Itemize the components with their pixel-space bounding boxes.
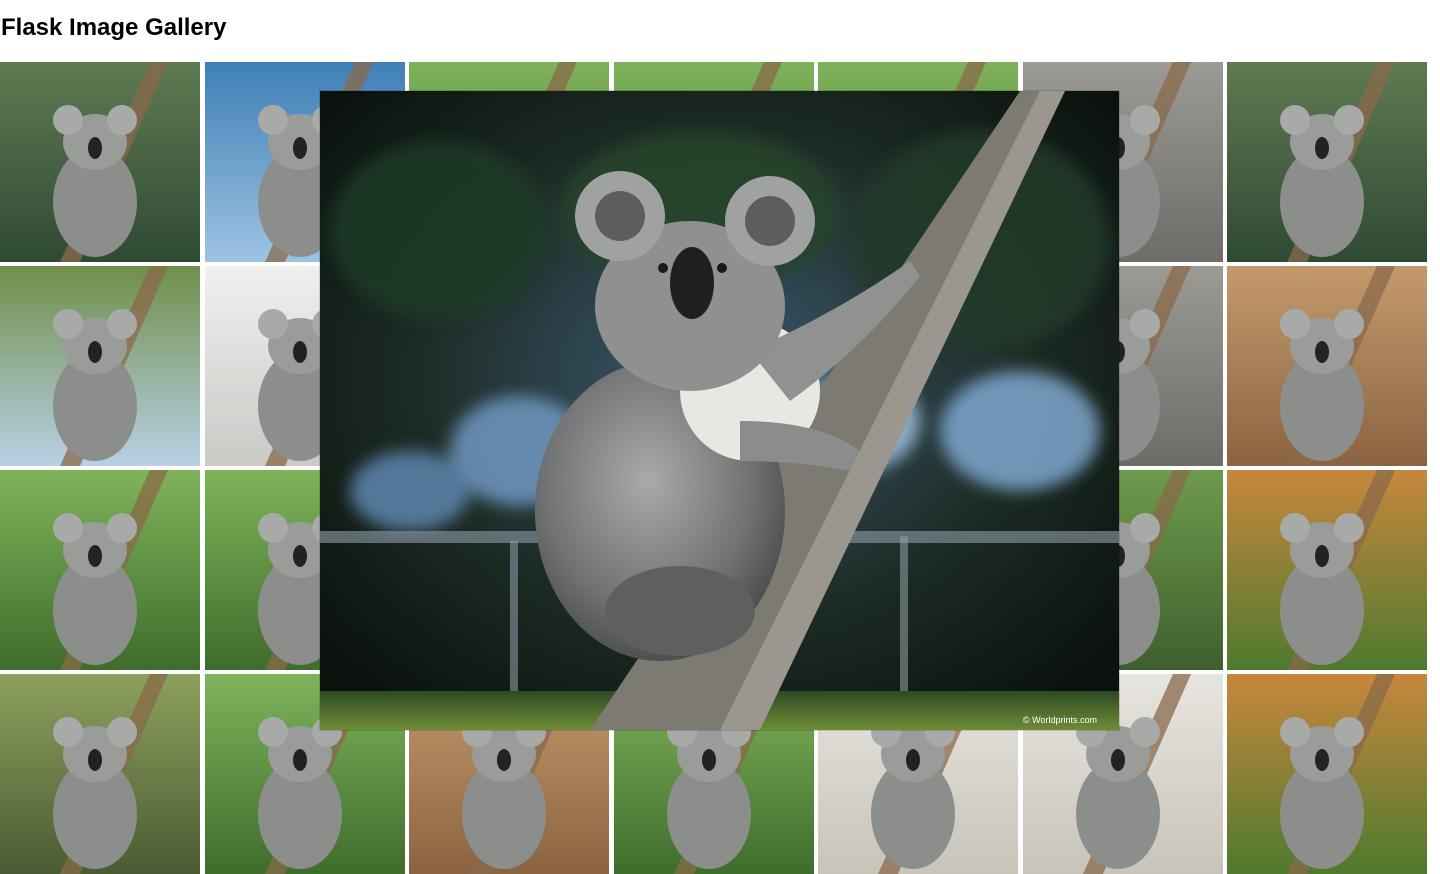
koala-thumbnail-image: [0, 62, 200, 262]
lightbox-image[interactable]: © Worldprints.com: [320, 91, 1119, 730]
koala-thumbnail-image: [1227, 674, 1427, 874]
koala-thumbnail-image: [0, 266, 200, 466]
gallery-thumbnail[interactable]: [1227, 470, 1427, 670]
gallery-thumbnail[interactable]: [0, 674, 200, 874]
page-title: Flask Image Gallery: [1, 14, 227, 41]
photo-credit: © Worldprints.com: [1023, 715, 1097, 725]
gallery-thumbnail[interactable]: [1227, 62, 1427, 262]
koala-thumbnail-image: [0, 674, 200, 874]
koala-thumbnail-image: [1227, 266, 1427, 466]
enlarged-koala-photo: [320, 91, 1119, 730]
koala-thumbnail-image: [1227, 470, 1427, 670]
koala-thumbnail-image: [1227, 62, 1427, 262]
gallery-thumbnail[interactable]: [0, 266, 200, 466]
gallery-thumbnail[interactable]: [0, 470, 200, 670]
gallery-thumbnail[interactable]: [1227, 266, 1427, 466]
gallery-thumbnail[interactable]: [0, 62, 200, 262]
gallery-thumbnail[interactable]: [1227, 674, 1427, 874]
koala-thumbnail-image: [0, 470, 200, 670]
